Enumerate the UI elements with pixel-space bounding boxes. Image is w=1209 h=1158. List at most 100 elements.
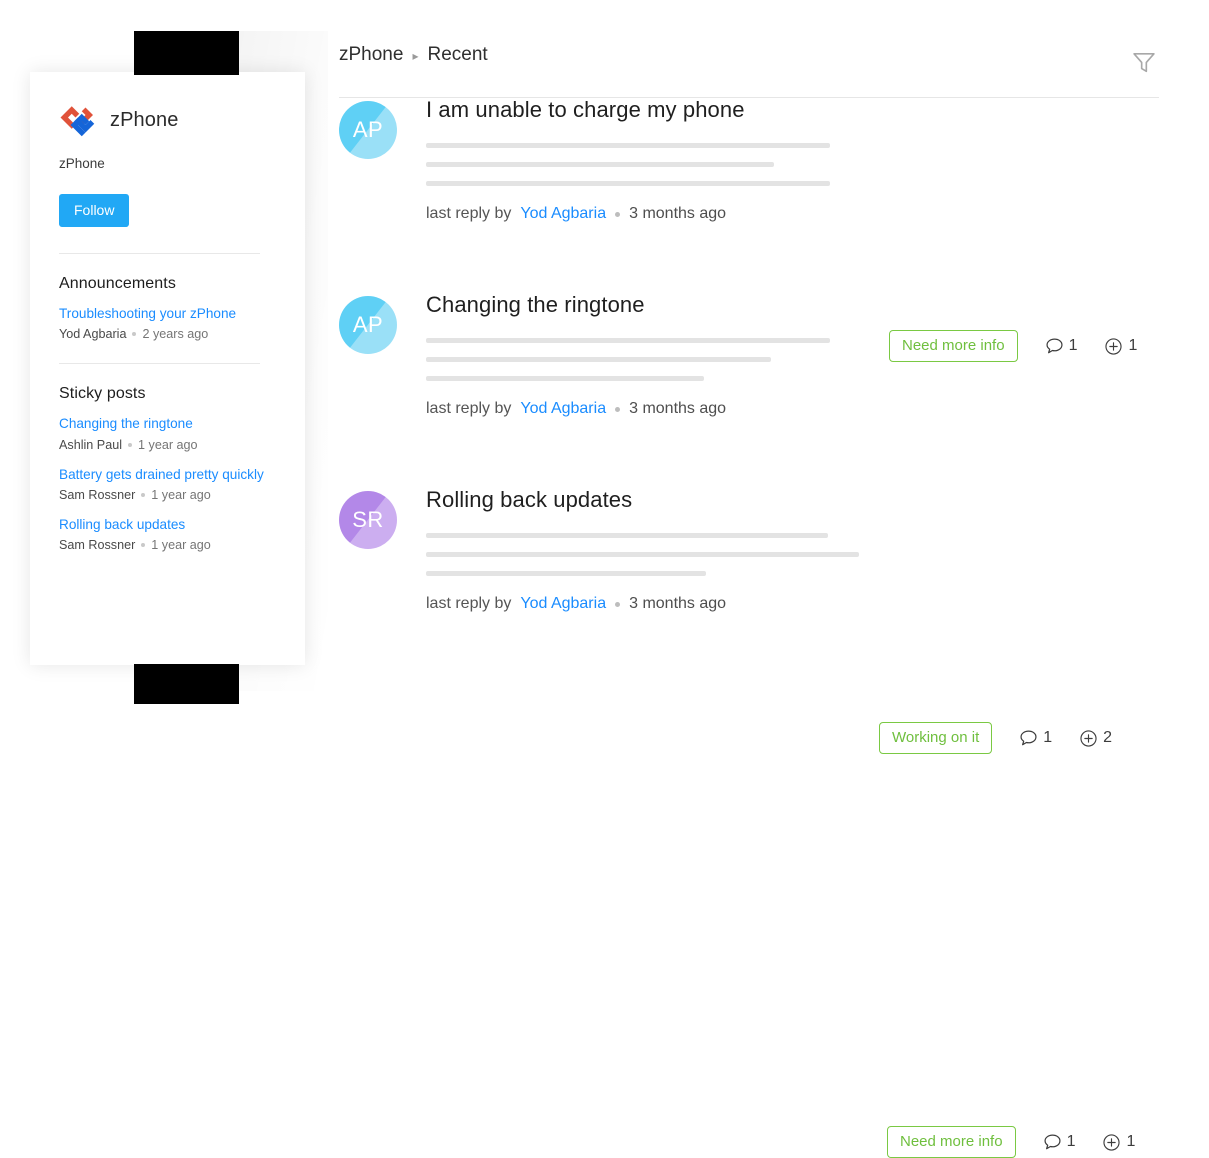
breadcrumb-current: Recent [427, 44, 488, 65]
sticky-post-meta: Ashlin Paul 1 year ago [59, 438, 275, 452]
post-meta: last reply by Yod Agbaria 3 months ago [426, 400, 1209, 418]
follower-count[interactable]: 2 [1078, 728, 1112, 749]
main-content: zPhone ▸ Recent AP I am unable to charge… [339, 0, 1209, 1158]
community-sidebar: zPhone zPhone Follow Announcements Troub… [30, 72, 305, 665]
status-badge[interactable]: Need more info [887, 1126, 1016, 1158]
skeleton-line [426, 571, 706, 577]
redaction-bar-bottom [134, 664, 239, 704]
last-reply-time: 3 months ago [629, 205, 727, 223]
separator-dot-icon [132, 332, 137, 337]
skeleton-line [426, 552, 859, 558]
skeleton-line [426, 338, 830, 344]
avatar-initials: AP [352, 312, 384, 337]
brand-title: zPhone [110, 108, 179, 131]
last-reply-prefix: last reply by [426, 205, 512, 223]
announcement-meta: Yod Agbaria 2 years ago [59, 327, 275, 341]
sticky-post-link[interactable]: Battery gets drained pretty quickly [59, 467, 275, 483]
announcement-author: Yod Agbaria [59, 327, 127, 342]
sidebar-divider-2 [59, 363, 260, 365]
comment-count[interactable]: 1 [1042, 1132, 1076, 1153]
last-reply-author[interactable]: Yod Agbaria [520, 595, 606, 613]
announcement-time: 2 years ago [142, 327, 209, 342]
avatar-initials: SR [352, 507, 384, 532]
redaction-bar-top [134, 31, 239, 75]
skeleton-line [426, 357, 771, 363]
post-meta: last reply by Yod Agbaria 3 months ago [426, 205, 1209, 223]
separator-dot-icon [615, 211, 621, 217]
breadcrumb-root[interactable]: zPhone [339, 44, 403, 66]
separator-dot-icon [141, 543, 146, 548]
sticky-post-meta: Sam Rossner 1 year ago [59, 538, 275, 552]
last-reply-time: 3 months ago [629, 400, 727, 418]
sticky-post-link[interactable]: Rolling back updates [59, 517, 275, 533]
post-title[interactable]: I am unable to charge my phone [426, 97, 1209, 122]
avatar-initials: AP [352, 117, 384, 142]
sticky-post-author: Sam Rossner [59, 487, 136, 502]
post-title[interactable]: Rolling back updates [426, 487, 1209, 512]
sticky-post-link[interactable]: Changing the ringtone [59, 416, 275, 432]
comment-count-value: 1 [1066, 1133, 1076, 1150]
sticky-post-time: 1 year ago [138, 437, 198, 452]
comment-count[interactable]: 1 [1018, 728, 1052, 749]
skeleton-line [426, 181, 830, 187]
sticky-post-author: Sam Rossner [59, 538, 136, 553]
separator-dot-icon [615, 601, 621, 607]
sticky-posts-list: Changing the ringtone Ashlin Paul 1 year… [44, 416, 275, 552]
list-item[interactable]: Troubleshooting your zPhone Yod Agbaria … [59, 306, 275, 341]
announcement-link[interactable]: Troubleshooting your zPhone [59, 306, 275, 322]
topbar: zPhone ▸ Recent [339, 0, 1209, 98]
separator-dot-icon [141, 492, 146, 497]
post-row[interactable]: SR Rolling back updates last reply by Yo… [339, 487, 1209, 1158]
last-reply-prefix: last reply by [426, 595, 512, 613]
skeleton-line [426, 143, 830, 149]
post-row[interactable]: AP I am unable to charge my phone last r… [339, 97, 1209, 362]
post-row[interactable]: AP Changing the ringtone last reply by Y… [339, 292, 1209, 754]
filter-funnel-icon[interactable] [1130, 48, 1158, 76]
status-badge[interactable]: Working on it [879, 722, 993, 754]
separator-dot-icon [128, 442, 133, 447]
list-item[interactable]: Rolling back updates Sam Rossner 1 year … [59, 517, 275, 552]
post-aside: Working on it 1 2 [879, 722, 1112, 754]
brand-header: zPhone [58, 100, 275, 140]
last-reply-time: 3 months ago [629, 595, 727, 613]
avatar: AP [339, 101, 397, 159]
section-title-announcements: Announcements [59, 275, 176, 292]
comment-bubble-icon [1042, 1132, 1063, 1153]
comment-count-value: 1 [1043, 729, 1053, 746]
follow-button[interactable]: Follow [59, 194, 130, 227]
sticky-post-time: 1 year ago [151, 487, 211, 502]
post-excerpt-placeholder [426, 338, 1209, 382]
plus-circle-icon [1078, 728, 1099, 749]
list-item[interactable]: Battery gets drained pretty quickly Sam … [59, 467, 275, 502]
brand-subtitle: zPhone [59, 156, 105, 171]
follower-count-value: 2 [1103, 729, 1113, 746]
chevron-right-icon: ▸ [412, 49, 419, 63]
avatar: SR [339, 491, 397, 549]
skeleton-line [426, 376, 704, 382]
avatar: AP [339, 296, 397, 354]
post-aside: Need more info 1 1 [887, 1126, 1135, 1158]
sticky-post-time: 1 year ago [151, 538, 211, 553]
sticky-post-meta: Sam Rossner 1 year ago [59, 488, 275, 502]
last-reply-author[interactable]: Yod Agbaria [520, 400, 606, 418]
announcements-list: Troubleshooting your zPhone Yod Agbaria … [44, 306, 275, 341]
separator-dot-icon [615, 406, 621, 412]
skeleton-line [426, 533, 828, 539]
breadcrumb: zPhone ▸ Recent [339, 44, 488, 66]
sticky-post-author: Ashlin Paul [59, 437, 123, 452]
post-excerpt-placeholder [426, 143, 1209, 187]
last-reply-author[interactable]: Yod Agbaria [520, 205, 606, 223]
post-list: AP I am unable to charge my phone last r… [339, 97, 1209, 1158]
follower-count[interactable]: 1 [1101, 1132, 1135, 1153]
list-item[interactable]: Changing the ringtone Ashlin Paul 1 year… [59, 416, 275, 451]
post-title[interactable]: Changing the ringtone [426, 292, 1209, 317]
skeleton-line [426, 162, 774, 168]
section-title-sticky-posts: Sticky posts [59, 385, 146, 403]
sidebar-divider-1 [59, 253, 260, 254]
last-reply-prefix: last reply by [426, 400, 512, 418]
plus-circle-icon [1101, 1132, 1122, 1153]
comment-bubble-icon [1018, 728, 1039, 749]
post-excerpt-placeholder [426, 533, 1209, 577]
zphone-logo-icon [58, 100, 98, 140]
follower-count-value: 1 [1126, 1133, 1136, 1150]
